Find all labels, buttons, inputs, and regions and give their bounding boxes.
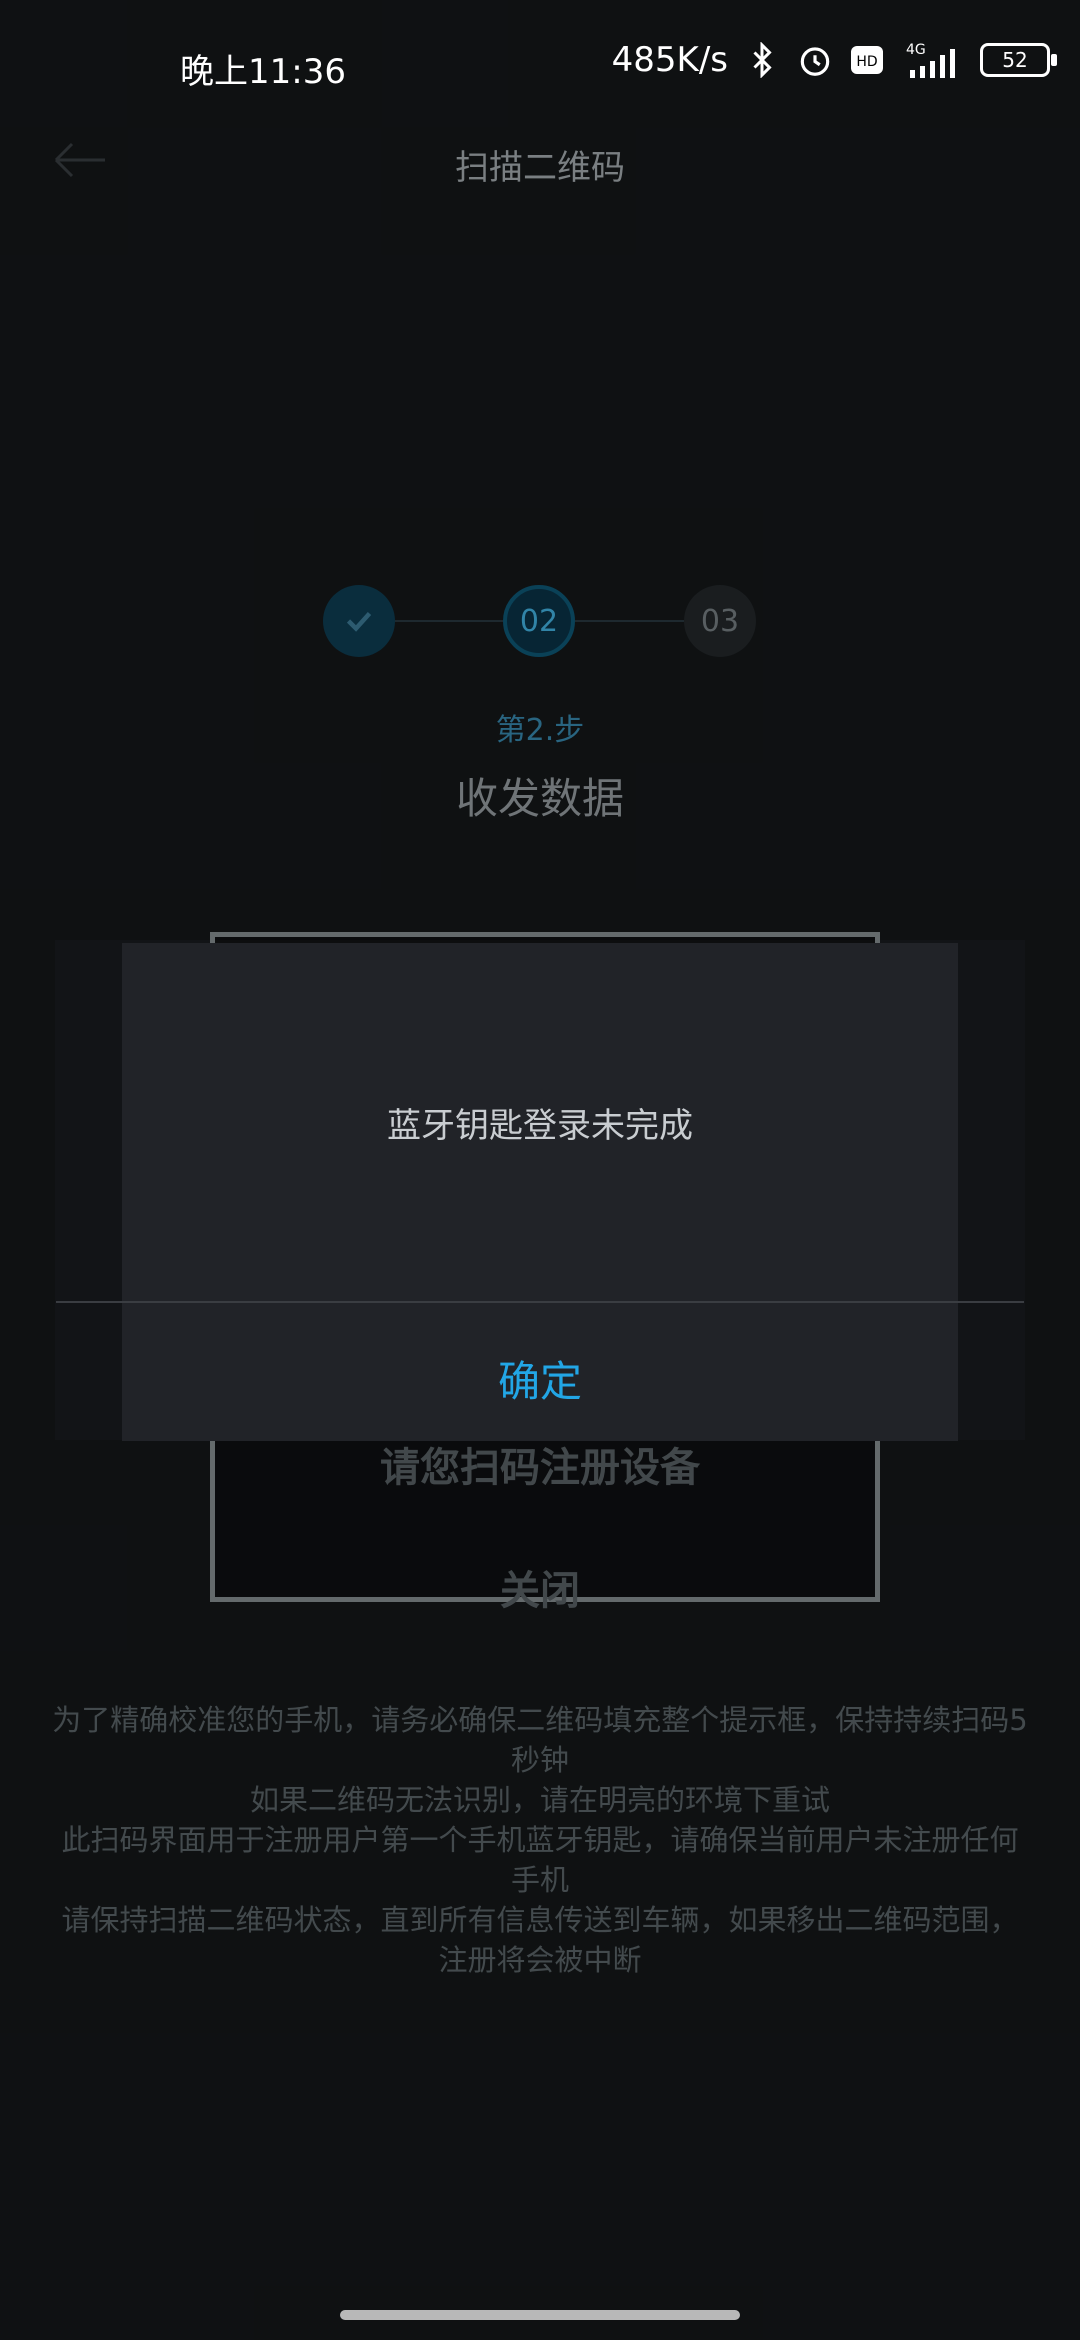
svg-text:HD: HD xyxy=(856,54,877,70)
status-time: 晚上11:36 xyxy=(180,52,346,92)
dialog-divider xyxy=(56,1301,1024,1303)
network-speed: 485K/s xyxy=(611,40,728,80)
signal-icon: 4G xyxy=(900,40,964,80)
svg-text:4G: 4G xyxy=(906,42,926,58)
bluetooth-icon xyxy=(744,42,780,78)
status-icons: 485K/s HD 4G 52 xyxy=(611,40,1057,80)
status-bar: 晚上11:36 485K/s HD 4G 52 xyxy=(0,0,1080,92)
confirm-button[interactable]: 确定 xyxy=(122,1348,958,1409)
alert-dialog: 蓝牙钥匙登录未完成 确定 xyxy=(56,943,1024,1441)
hd-icon: HD xyxy=(850,45,884,75)
battery-icon: 52 xyxy=(980,43,1057,77)
alarm-icon xyxy=(796,41,834,79)
dialog-message: 蓝牙钥匙登录未完成 xyxy=(387,1106,693,1146)
